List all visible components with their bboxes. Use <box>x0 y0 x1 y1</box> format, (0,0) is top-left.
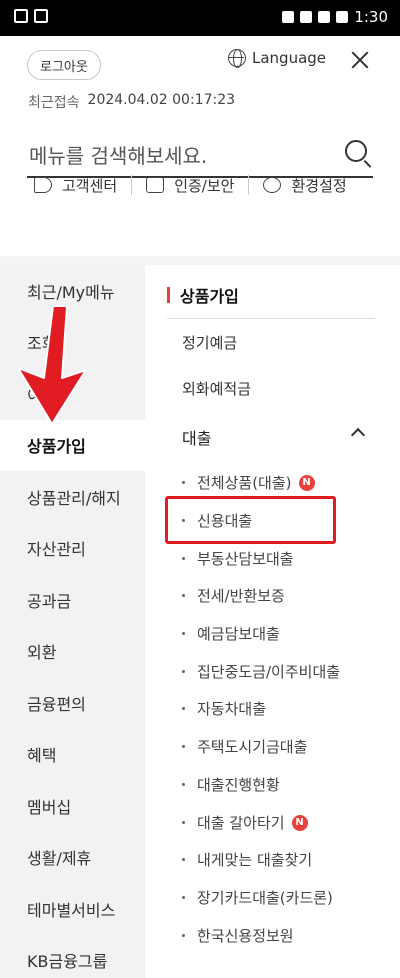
nav-item-kb-group[interactable]: KB금융그룹 <box>0 935 145 978</box>
search-placeholder: 메뉴를 검색해보세요. <box>29 144 208 168</box>
new-badge: N <box>291 814 308 831</box>
wifi-icon <box>300 11 313 23</box>
bullet <box>182 670 185 673</box>
lock-icon <box>146 177 165 193</box>
nav-item-asset-management[interactable]: 자산관리 <box>0 523 145 575</box>
bullet <box>182 594 185 597</box>
loan-item-label: 내게맞는 대출찾기 <box>197 851 313 869</box>
divider <box>167 318 375 319</box>
section-title: 상품가입 <box>180 287 239 306</box>
divider <box>248 175 250 195</box>
bullet <box>182 783 185 786</box>
bullet <box>182 745 185 748</box>
loan-item-jeonse[interactable]: 전세/반환보증 <box>182 585 285 606</box>
close-icon[interactable] <box>350 50 370 70</box>
loan-item-auto[interactable]: 자동차대출 <box>182 698 266 719</box>
nav-item-theme-services[interactable]: 테마별서비스 <box>0 883 145 935</box>
quick-link-customer-center[interactable]: 고객센터 <box>34 175 117 196</box>
battery-icon <box>336 11 349 23</box>
menu-header: 로그아웃 Language 최근접속 2024.04.02 00:17:23 메… <box>0 36 400 236</box>
nav-item-financial-convenience[interactable]: 금융편의 <box>0 677 145 729</box>
loan-item-deposit-secured[interactable]: 예금담보대출 <box>182 623 280 644</box>
quick-links: 고객센터 인증/보안 환경설정 <box>0 170 400 200</box>
loan-item-label: 전세/반환보증 <box>197 587 285 605</box>
section-separator <box>0 256 400 265</box>
language-button[interactable]: Language <box>228 49 327 68</box>
loan-item-status[interactable]: 대출진행현황 <box>182 774 280 795</box>
logout-button[interactable]: 로그아웃 <box>27 50 101 80</box>
quick-link-label: 고객센터 <box>62 176 118 195</box>
loan-item-label: 대출진행현황 <box>197 776 280 794</box>
quick-link-settings[interactable]: 환경설정 <box>263 175 347 196</box>
speaker-icon <box>34 177 52 193</box>
gallery-icon <box>14 9 28 23</box>
loan-item-label: 한국신용정보원 <box>197 927 294 945</box>
signal-icon <box>318 11 331 23</box>
loan-item-kcis[interactable]: 한국신용정보원 <box>182 925 294 946</box>
submenu-section-header: 상품가입 <box>167 283 377 307</box>
loan-item-all-products[interactable]: 전체상품(대출) N <box>182 472 315 493</box>
quick-link-label: 인증/보안 <box>174 176 235 195</box>
nav-item-foreign-exchange[interactable]: 외환 <box>0 626 145 678</box>
nav-item-life-partnership[interactable]: 생활/제휴 <box>0 832 145 884</box>
nav-item-benefits[interactable]: 혜택 <box>0 729 145 781</box>
nav-item-product-management[interactable]: 상품관리/해지 <box>0 471 145 523</box>
credit-loan-highlight-box <box>165 496 336 544</box>
loan-item-refinance[interactable]: 대출 갈아타기 N <box>182 812 308 833</box>
loan-item-real-estate[interactable]: 부동산담보대출 <box>182 548 294 569</box>
quick-link-auth-security[interactable]: 인증/보안 <box>146 175 234 196</box>
bullet <box>182 557 185 560</box>
bullet <box>182 896 185 899</box>
red-arrow-annotation <box>17 305 87 425</box>
last-access-label: 최근접속 <box>28 95 80 111</box>
loan-item-label: 자동차대출 <box>197 700 267 718</box>
bullet <box>182 481 185 484</box>
status-time: 1:30 <box>354 8 388 26</box>
nav-item-utility-bills[interactable]: 공과금 <box>0 574 145 626</box>
bullet <box>182 707 185 710</box>
bullet <box>182 934 185 937</box>
bullet <box>182 632 185 635</box>
notification-icon <box>34 9 48 23</box>
loan-item-label: 부동산담보대출 <box>197 550 294 568</box>
loan-item-label: 예금담보대출 <box>197 625 280 643</box>
loan-item-label: 전체상품(대출) <box>197 474 292 492</box>
loan-item-label: 주택도시기금대출 <box>197 738 308 756</box>
loan-item-label: 장기카드대출(카드론) <box>197 889 333 907</box>
loan-item-housing-fund[interactable]: 주택도시기금대출 <box>182 736 307 757</box>
submenu-panel: 상품가입 정기예금 외화예적금 대출 전체상품(대출) N 신용대출 부동산담보… <box>145 265 400 978</box>
loan-item-label: 대출 갈아타기 <box>197 814 285 832</box>
last-access: 최근접속 2024.04.02 00:17:23 <box>28 92 235 112</box>
bullet <box>182 821 185 824</box>
nav-item-membership[interactable]: 멤버십 <box>0 780 145 832</box>
loan-item-label: 집단중도금/이주비대출 <box>197 663 341 681</box>
menu-item-foreign-savings[interactable]: 외화예적금 <box>182 378 251 399</box>
new-badge: N <box>298 474 315 491</box>
bullet <box>182 858 185 861</box>
chevron-up-icon[interactable] <box>350 427 366 443</box>
loan-group-title[interactable]: 대출 <box>182 425 211 449</box>
alarm-icon <box>282 11 295 23</box>
section-accent-bar <box>167 287 170 303</box>
quick-link-label: 환경설정 <box>291 176 347 195</box>
gear-icon <box>263 177 282 193</box>
last-access-value: 2024.04.02 00:17:23 <box>87 92 236 108</box>
loan-item-find-loan[interactable]: 내게맞는 대출찾기 <box>182 849 312 870</box>
status-bar: 1:30 <box>0 0 400 36</box>
language-label: Language <box>252 49 327 67</box>
divider <box>131 175 133 195</box>
loan-item-group-intermediate[interactable]: 집단중도금/이주비대출 <box>182 661 340 682</box>
search-icon[interactable] <box>345 140 367 162</box>
loan-item-card-loan[interactable]: 장기카드대출(카드론) <box>182 887 333 908</box>
globe-icon <box>228 49 246 68</box>
menu-item-time-deposit[interactable]: 정기예금 <box>182 332 237 353</box>
